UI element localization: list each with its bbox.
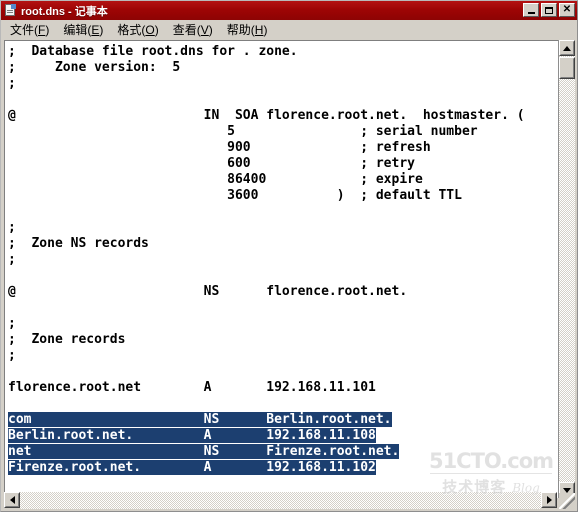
menu-accel: F — [38, 22, 46, 37]
editor-line[interactable]: ; Zone NS records — [8, 236, 557, 252]
menu-item-view[interactable]: 查看(V) — [166, 21, 220, 39]
editor-line[interactable] — [8, 268, 557, 284]
resize-grip[interactable] — [559, 493, 575, 509]
editor-line[interactable] — [8, 92, 557, 108]
window-controls: ✕ — [523, 3, 575, 17]
menu-item-edit[interactable]: 编辑(E) — [56, 21, 110, 39]
vertical-scrollbar-thumb[interactable] — [559, 57, 575, 79]
selected-text: Firenze.root.net. A 192.168.11.102 — [8, 460, 376, 475]
screenshot-root: root.dns - 记事本 ✕ 文件(F) 编辑(E) 格式(O) 查看(V) — [0, 0, 580, 514]
editor-line[interactable]: Firenze.root.net. A 192.168.11.102 — [8, 460, 557, 476]
close-button[interactable]: ✕ — [559, 3, 575, 17]
editor-line[interactable]: net NS Firenze.root.net. — [8, 444, 557, 460]
title-bar[interactable]: root.dns - 记事本 ✕ — [1, 1, 577, 20]
editor-line[interactable]: ; — [8, 252, 557, 268]
horizontal-scrollbar[interactable] — [4, 492, 557, 509]
client-area: ; Database file root.dns for . zone.; Zo… — [2, 40, 576, 511]
scroll-right-button[interactable] — [541, 492, 557, 508]
editor-line[interactable] — [8, 300, 557, 316]
vertical-scrollbar-track[interactable] — [559, 56, 575, 482]
editor-line[interactable]: 3600 ) ; default TTL — [8, 188, 557, 204]
maximize-button[interactable] — [541, 3, 557, 17]
horizontal-scrollbar-track[interactable] — [20, 492, 541, 509]
window-title: root.dns - 记事本 — [21, 5, 108, 18]
chevron-up-icon — [563, 45, 571, 51]
editor-line[interactable]: ; Zone records — [8, 332, 557, 348]
vertical-scrollbar[interactable] — [558, 40, 575, 498]
editor-line[interactable]: 900 ; refresh — [8, 140, 557, 156]
editor-line[interactable]: ; — [8, 220, 557, 236]
selected-text: com NS Berlin.root.net. — [8, 412, 392, 427]
editor-line[interactable] — [8, 396, 557, 412]
close-icon: ✕ — [562, 4, 572, 15]
editor-line[interactable]: com NS Berlin.root.net. — [8, 412, 557, 428]
menu-label: 格式 — [117, 22, 142, 37]
menu-item-format[interactable]: 格式(O) — [110, 21, 165, 39]
notepad-document-icon — [4, 4, 17, 17]
chevron-down-icon — [563, 487, 571, 493]
selected-text: net NS Firenze.root.net. — [8, 444, 400, 459]
editor-line[interactable]: 600 ; retry — [8, 156, 557, 172]
menu-label: 帮助 — [226, 22, 251, 37]
menu-accel: V — [200, 22, 209, 37]
editor-line[interactable]: florence.root.net A 192.168.11.101 — [8, 380, 557, 396]
editor-line[interactable]: @ NS florence.root.net. — [8, 284, 557, 300]
selected-text: Berlin.root.net. A 192.168.11.108 — [8, 428, 376, 443]
editor-line[interactable]: ; — [8, 348, 557, 364]
menu-accel: E — [91, 22, 100, 37]
editor-line[interactable]: ; Zone version: 5 — [8, 60, 557, 76]
text-editor[interactable]: ; Database file root.dns for . zone.; Zo… — [5, 41, 557, 493]
editor-line[interactable]: 86400 ; expire — [8, 172, 557, 188]
chevron-right-icon — [546, 496, 552, 504]
menu-item-help[interactable]: 帮助(H) — [220, 21, 275, 39]
menu-label: 查看 — [172, 22, 197, 37]
editor-line[interactable]: @ IN SOA florence.root.net. hostmaster. … — [8, 108, 557, 124]
chevron-left-icon — [9, 496, 15, 504]
scroll-left-button[interactable] — [4, 492, 20, 508]
menu-accel: O — [145, 22, 155, 37]
text-editor-frame: ; Database file root.dns for . zone.; Zo… — [4, 40, 572, 498]
editor-line[interactable] — [8, 364, 557, 380]
scroll-up-button[interactable] — [559, 40, 575, 56]
minimize-button[interactable] — [523, 3, 539, 17]
menu-item-file[interactable]: 文件(F) — [3, 21, 56, 39]
editor-line[interactable]: Berlin.root.net. A 192.168.11.108 — [8, 428, 557, 444]
editor-line[interactable]: ; — [8, 76, 557, 92]
editor-line[interactable]: ; — [8, 316, 557, 332]
menu-bar: 文件(F) 编辑(E) 格式(O) 查看(V) 帮助(H) — [1, 20, 577, 40]
editor-line[interactable]: ; Database file root.dns for . zone. — [8, 44, 557, 60]
menu-accel: H — [254, 22, 264, 37]
editor-line[interactable]: 5 ; serial number — [8, 124, 557, 140]
editor-line[interactable] — [8, 204, 557, 220]
notepad-window: root.dns - 记事本 ✕ 文件(F) 编辑(E) 格式(O) 查看(V) — [0, 0, 578, 512]
menu-label: 编辑 — [63, 22, 88, 37]
menu-label: 文件 — [10, 22, 35, 37]
